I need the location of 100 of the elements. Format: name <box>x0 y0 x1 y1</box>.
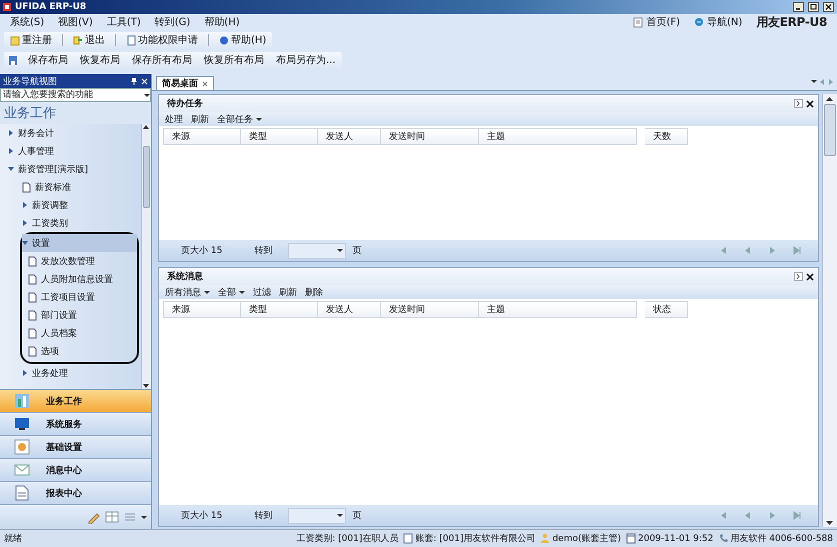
menu-item[interactable]: 转到(G) <box>154 15 190 29</box>
section-title: 业务工作 <box>3 105 57 123</box>
close-icon[interactable] <box>806 100 814 108</box>
tree-item[interactable]: 薪资调整 <box>0 196 141 214</box>
desktop-tab[interactable]: 简易桌面 <box>156 76 214 90</box>
caret-icon <box>204 290 210 294</box>
grid-icon[interactable] <box>105 510 119 524</box>
toolbar-button[interactable]: 帮助(H) <box>217 33 268 47</box>
tree-item[interactable]: 发放次数管理 <box>22 252 137 270</box>
toolbar-button[interactable]: 全部任务 <box>217 112 262 126</box>
tree-item[interactable]: 工资项目设置 <box>22 288 137 306</box>
column-header[interactable]: 发送时间 <box>381 301 479 318</box>
column-header[interactable]: 发送时间 <box>381 128 479 145</box>
column-header[interactable]: 发送人 <box>318 128 381 145</box>
expanded-arrow-icon[interactable] <box>22 240 28 246</box>
caret-icon <box>337 248 344 253</box>
nav-button[interactable]: 基础设置 <box>0 436 151 459</box>
brand-logo: 用友ERP-U8 <box>756 14 827 30</box>
tree-item[interactable]: 业务处理 <box>0 364 141 382</box>
toolbar-button[interactable]: 保存所有布局 <box>130 53 194 67</box>
document-icon <box>126 34 136 46</box>
scrollbar-thumb[interactable] <box>143 146 150 208</box>
toolbar-button[interactable]: 处理 <box>165 112 183 126</box>
tree-item[interactable]: 人事管理 <box>0 142 141 160</box>
scroll-up-icon[interactable] <box>142 124 150 131</box>
menu-item[interactable]: 帮助(H) <box>204 15 240 29</box>
nav-button[interactable]: 业务工作 <box>0 390 151 413</box>
page-unit-label: 页 <box>352 510 362 522</box>
toolbar-button[interactable]: 布局另存为... <box>274 53 338 67</box>
tree-item[interactable]: 选项 <box>22 342 137 360</box>
toolbar-button[interactable]: 保存布局 <box>26 53 70 67</box>
toolbar-button[interactable]: 重注册 <box>8 33 54 47</box>
toolbar-button[interactable]: 所有消息 <box>165 286 210 298</box>
tree-item[interactable]: 财务会计 <box>0 124 141 142</box>
status-item: demo(账套主管) <box>552 532 621 545</box>
nav-button[interactable]: 消息中心 <box>0 459 151 482</box>
nav-button[interactable]: 系统服务 <box>0 413 151 436</box>
caret-icon <box>256 116 262 122</box>
collapsed-arrow-icon[interactable] <box>8 148 14 154</box>
status-item: 工资类别: [001]在职人员 <box>296 532 398 545</box>
column-header[interactable]: 来源 <box>163 301 241 318</box>
column-header[interactable]: 发送人 <box>318 301 381 318</box>
toolbar-button[interactable]: 全部 <box>218 286 245 298</box>
tree-item[interactable]: 人员附加信息设置 <box>22 270 137 288</box>
toolbar-button[interactable]: 刷新 <box>279 286 297 298</box>
nav-button[interactable]: 报表中心 <box>0 482 151 505</box>
tree-item[interactable]: 设置 <box>22 234 137 252</box>
scrollbar-thumb[interactable] <box>824 104 836 156</box>
column-header[interactable]: 类型 <box>241 128 318 145</box>
expanded-arrow-icon[interactable] <box>8 166 14 172</box>
document-icon <box>28 310 37 320</box>
tree-item[interactable]: 薪资标准 <box>0 178 141 196</box>
document-icon <box>28 274 37 284</box>
minimize-button[interactable] <box>793 2 804 12</box>
app-icon <box>3 3 11 11</box>
toolbar-button[interactable]: 过滤 <box>253 286 271 298</box>
toolbar-button[interactable]: 删除 <box>305 286 323 298</box>
status-text: 就绪 <box>4 532 22 545</box>
document-icon <box>22 182 31 192</box>
column-header[interactable]: 主题 <box>479 301 637 318</box>
toolbar-button[interactable]: 退出 <box>71 33 107 47</box>
toolbar-button[interactable]: 刷新 <box>191 112 209 126</box>
report-icon <box>14 485 30 501</box>
message-icon <box>14 462 30 478</box>
collapsed-arrow-icon[interactable] <box>22 220 28 226</box>
toolbar-button[interactable]: 恢复所有布局 <box>202 53 266 67</box>
window-title: UFIDA ERP-U8 <box>15 2 88 12</box>
pin-icon[interactable] <box>130 76 138 86</box>
tree-item[interactable]: 部门设置 <box>22 306 137 324</box>
tree-item[interactable]: 薪资管理[演示版] <box>0 160 141 178</box>
calendar-icon <box>626 533 636 544</box>
column-header[interactable]: 主题 <box>479 128 637 145</box>
scroll-down-icon[interactable] <box>823 518 836 527</box>
menu-item[interactable]: 系统(S) <box>10 15 44 29</box>
goto-label: 转到 <box>254 244 272 257</box>
top-link[interactable]: 导航(N) <box>707 15 742 29</box>
close-icon[interactable] <box>806 272 814 280</box>
search-field[interactable]: 请输入您要搜索的功能 <box>0 88 151 102</box>
collapsed-arrow-icon[interactable] <box>8 130 14 136</box>
tree-item[interactable]: 人员档案 <box>22 324 137 342</box>
toolbar-button[interactable]: 功能权限申请 <box>124 33 200 47</box>
menu-item[interactable]: 视图(V) <box>58 15 93 29</box>
collapsed-arrow-icon[interactable] <box>22 370 28 376</box>
close-button[interactable] <box>823 2 834 12</box>
tree-item[interactable]: 工资类别 <box>0 214 141 232</box>
panel-title: 系统消息 <box>167 270 204 283</box>
column-header[interactable]: 天数 <box>645 128 688 145</box>
toolbar-button[interactable]: 恢复布局 <box>78 53 122 67</box>
caret-icon <box>337 513 344 518</box>
maximize-button[interactable] <box>808 2 819 12</box>
dropdown-caret-icon <box>144 92 150 98</box>
column-header[interactable]: 状态 <box>645 301 688 318</box>
collapse-icon[interactable] <box>794 99 803 108</box>
top-link[interactable]: 首页(F) <box>646 15 680 29</box>
collapsed-arrow-icon[interactable] <box>22 202 28 208</box>
collapse-icon[interactable] <box>794 272 803 281</box>
column-header[interactable]: 类型 <box>241 301 318 318</box>
tab-list-caret-icon <box>811 79 817 84</box>
menu-item[interactable]: 工具(T) <box>106 15 141 29</box>
column-header[interactable]: 来源 <box>163 128 241 145</box>
